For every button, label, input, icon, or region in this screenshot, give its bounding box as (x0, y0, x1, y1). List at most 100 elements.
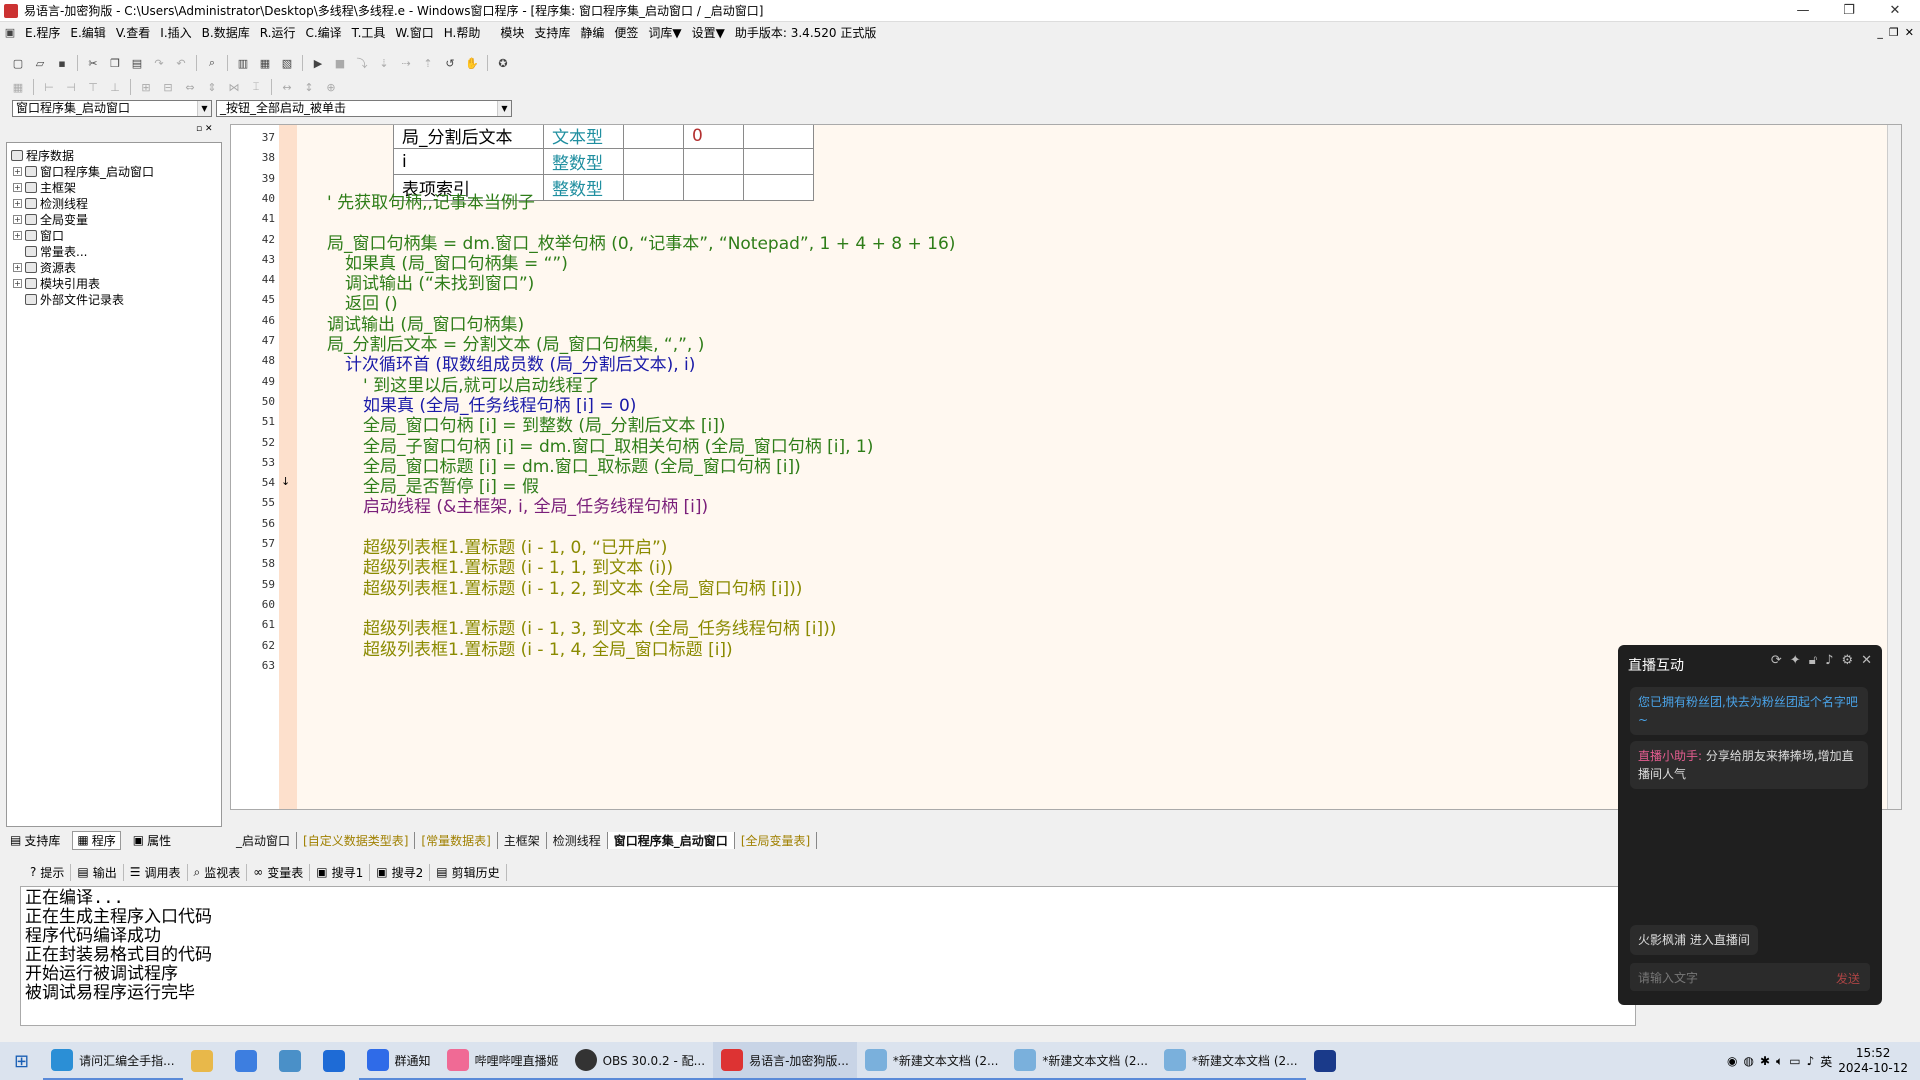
tray-bluetooth-icon[interactable]: ✱ (1760, 1054, 1770, 1068)
tree-item-window-class[interactable]: + 窗口程序集_启动窗口 (13, 163, 154, 180)
menu-compile[interactable]: C.编译 (300, 24, 346, 41)
align-left-icon[interactable]: ⊢ (39, 78, 59, 96)
taskbar-item-notepad-1[interactable]: *新建文本文档 (2... (856, 1042, 1007, 1080)
close-button[interactable]: ✕ (1872, 0, 1918, 22)
var-static[interactable] (623, 174, 684, 201)
align-bottom-icon[interactable]: ⊥ (105, 78, 125, 96)
mic-icon[interactable]: ♪ (1825, 653, 1833, 668)
size-h-icon[interactable]: ↔ (277, 78, 297, 96)
save-icon[interactable]: ▪ (52, 54, 72, 72)
tray-app-icon[interactable]: ◉ (1727, 1054, 1737, 1068)
editor-scrollbar[interactable] (1887, 125, 1901, 809)
tray-network-icon[interactable]: ◍ (1743, 1054, 1753, 1068)
taskbar-item-tool[interactable] (1306, 1042, 1344, 1080)
var-array[interactable] (683, 148, 744, 175)
menu-module[interactable]: 模块 (495, 24, 529, 41)
size-both-icon[interactable]: ⊕ (321, 78, 341, 96)
taskbar-item-edge[interactable]: 请问汇编全手指... (43, 1042, 183, 1080)
tree-item-check-thread[interactable]: + 检测线程 (13, 195, 88, 212)
open-file-icon[interactable]: ▱ (30, 54, 50, 72)
lock-icon[interactable]: 🔓︎ (1809, 653, 1817, 668)
menu-static-compile[interactable]: 静编 (575, 24, 609, 41)
tab-output[interactable]: ▤ 输出 (71, 863, 124, 881)
close-icon[interactable]: ✕ (1861, 653, 1872, 668)
step-into-icon[interactable]: ⇣ (374, 54, 394, 72)
tray-display-icon[interactable]: ▭ (1789, 1054, 1800, 1068)
tab-start-window[interactable]: _启动窗口 (230, 831, 298, 849)
mdi-minimize-icon[interactable]: _ (1877, 26, 1883, 39)
menu-view[interactable]: V.查看 (111, 24, 155, 41)
tab-check-thread[interactable]: 检测线程 (547, 831, 608, 849)
tray-volume-icon[interactable]: 🔈︎ (1776, 1054, 1783, 1069)
tree-item-module-refs[interactable]: + 模块引用表 (13, 275, 100, 292)
settings-icon[interactable]: ⚙ (1841, 653, 1853, 668)
tab-support-lib[interactable]: ▤ 支持库 (6, 832, 64, 849)
var-static[interactable] (623, 125, 684, 149)
size-v-icon[interactable]: ↕ (299, 78, 319, 96)
start-button[interactable]: ⊞ (0, 1042, 43, 1080)
layout-2-icon[interactable]: ▦ (255, 54, 275, 72)
maximize-button[interactable]: ❐ (1826, 0, 1872, 22)
tab-main-frame[interactable]: 主框架 (498, 831, 547, 849)
clock[interactable]: 15:52 2024-10-12 (1838, 1046, 1908, 1076)
tray-mic-icon[interactable]: ♪ (1807, 1054, 1815, 1068)
method-selector[interactable]: _按钮_全部启动_被单击 ▼ (216, 100, 512, 117)
hand-icon[interactable]: ✋ (462, 54, 482, 72)
taskbar-item-app1[interactable] (227, 1042, 271, 1080)
step-icon[interactable]: ⤵ (352, 54, 372, 72)
tab-search1[interactable]: ▣ 搜寻1 (310, 863, 371, 881)
jump-icon[interactable]: ↺ (440, 54, 460, 72)
menu-program[interactable]: E.程序 (20, 24, 65, 41)
taskbar-item-app3[interactable] (315, 1042, 359, 1080)
tab-global-vars[interactable]: [全局变量表] (735, 831, 818, 849)
menu-edit[interactable]: E.编辑 (65, 24, 110, 41)
taskbar-item-bilibili[interactable]: 哔哩哔哩直播姬 (438, 1042, 567, 1080)
new-file-icon[interactable]: ▢ (8, 54, 28, 72)
ime-indicator[interactable]: 英 (1820, 1053, 1832, 1070)
space-h-icon[interactable]: ⋈ (224, 78, 244, 96)
undo-icon[interactable]: ↶ (171, 54, 191, 72)
assistant-icon[interactable]: ✪ (493, 54, 513, 72)
same-width-icon[interactable]: ⇔ (180, 78, 200, 96)
breakpoint-margin[interactable]: ↓ (279, 125, 297, 809)
expand-icon[interactable]: + (13, 199, 22, 208)
chevron-down-icon[interactable]: ▼ (497, 101, 511, 116)
code-line[interactable]: ' 先获取句柄,,记事本当例子 (327, 188, 535, 213)
tree-item-window[interactable]: + 窗口 (13, 227, 64, 244)
send-button[interactable]: 发送 (1836, 970, 1860, 987)
step-over-icon[interactable]: ⇢ (396, 54, 416, 72)
var-static[interactable] (623, 148, 684, 175)
pin-icon[interactable]: ▫ (196, 124, 202, 134)
var-remark[interactable] (743, 174, 814, 201)
tree-item-main-frame[interactable]: + 主框架 (13, 179, 76, 196)
taskbar-item-notepad-2[interactable]: *新建文本文档 (2... (1006, 1042, 1156, 1080)
align-right-icon[interactable]: ⊣ (61, 78, 81, 96)
tab-variables[interactable]: ∞ 变量表 (247, 863, 311, 881)
tree-root[interactable]: 程序数据 (11, 147, 74, 164)
step-out-icon[interactable]: ⇡ (418, 54, 438, 72)
code-line[interactable]: 超级列表框1.置标题 (i - 1, 2, 到文本 (全局_窗口句柄 [i])) (363, 574, 802, 599)
taskbar-item-app2[interactable] (271, 1042, 315, 1080)
run-icon[interactable]: ▶ (308, 54, 328, 72)
tab-search2[interactable]: ▣ 搜寻2 (370, 863, 431, 881)
paste-icon[interactable]: ▤ (127, 54, 147, 72)
taskbar-item-eyuyan[interactable]: 易语言-加密狗版... (713, 1042, 857, 1080)
menu-run[interactable]: R.运行 (255, 24, 301, 41)
expand-icon[interactable]: + (13, 231, 22, 240)
code-line[interactable]: 超级列表框1.置标题 (i - 1, 4, 全局_窗口标题 [i]) (363, 635, 733, 660)
tree-item-globals[interactable]: + 全局变量 (13, 211, 88, 228)
copy-icon[interactable]: ❐ (105, 54, 125, 72)
tab-call-stack[interactable]: ☰ 调用表 (124, 863, 188, 881)
tab-tips[interactable]: ? 提示 (24, 863, 72, 881)
var-name[interactable]: i (393, 148, 544, 175)
center-v-icon[interactable]: ⊟ (158, 78, 178, 96)
find-icon[interactable]: ⌕ (202, 54, 222, 72)
var-remark[interactable] (743, 125, 814, 149)
minimize-button[interactable]: — (1780, 0, 1826, 22)
var-name[interactable]: 局_分割后文本 (393, 125, 544, 149)
menu-help[interactable]: H.帮助 (439, 24, 486, 41)
tab-custom-types[interactable]: [自定义数据类型表] (297, 831, 416, 849)
taskbar-item-group-notice[interactable]: 群通知 (358, 1042, 439, 1080)
mdi-close-icon[interactable]: ✕ (1905, 26, 1914, 39)
space-v-icon[interactable]: ⌶ (246, 78, 266, 96)
